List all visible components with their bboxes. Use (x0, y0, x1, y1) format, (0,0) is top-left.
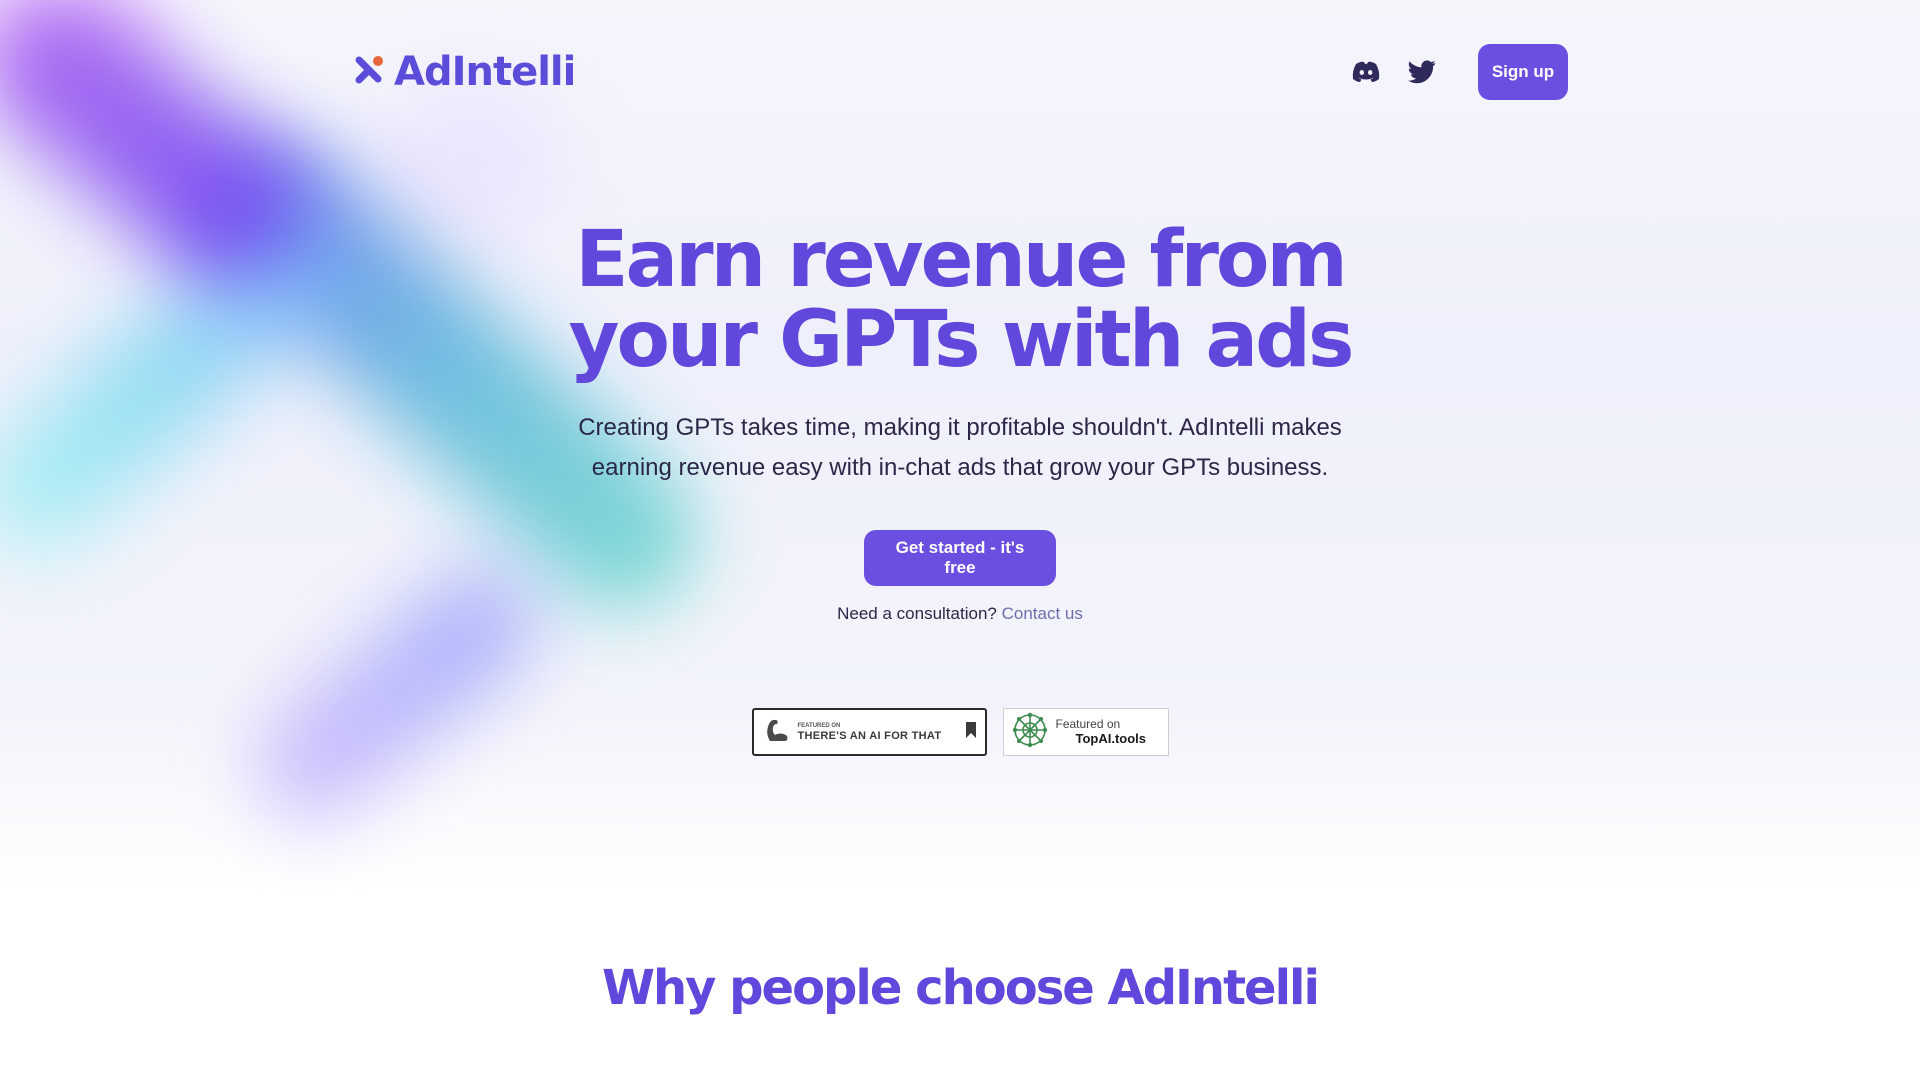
topai-text: Featured on TopAI.tools (1056, 717, 1147, 747)
featured-badges: FEATURED ON THERE'S AN AI FOR THAT Featu… (0, 708, 1920, 756)
topai-small-text: Featured on (1055, 717, 1121, 731)
consultation-line: Need a consultation? Contact us (0, 604, 1920, 624)
hero-section: Earn revenue from your GPTs with ads Cre… (0, 220, 1920, 624)
network-icon (1012, 712, 1048, 752)
flexed-arm-icon (762, 715, 792, 749)
site-header: AdIntelli Sign up (352, 44, 1568, 100)
aift-big-text: THERE'S AN AI FOR THAT (797, 729, 942, 742)
aift-small-text: FEATURED ON (797, 722, 841, 729)
aift-text: FEATURED ON THERE'S AN AI FOR THAT (798, 723, 942, 742)
hero-title: Earn revenue from your GPTs with ads (568, 215, 1355, 385)
get-started-button[interactable]: Get started - it's free (864, 530, 1056, 586)
gradient-blob-faint (380, 80, 560, 240)
signup-button[interactable]: Sign up (1478, 44, 1568, 100)
why-section-title: Why people choose AdIntelli (602, 960, 1320, 1016)
discord-icon[interactable] (1350, 56, 1382, 88)
twitter-icon[interactable] (1406, 56, 1438, 88)
bookmark-icon (965, 721, 977, 743)
hero-subtitle: Creating GPTs takes time, making it prof… (578, 414, 1342, 481)
brand-logo[interactable]: AdIntelli (352, 49, 576, 95)
brand-name: AdIntelli (394, 49, 576, 95)
contact-us-link[interactable]: Contact us (1002, 604, 1083, 623)
topai-big-text: TopAI.tools (1075, 731, 1147, 747)
header-actions: Sign up (1350, 44, 1568, 100)
adintelli-logo-icon (352, 53, 386, 91)
theres-an-ai-for-that-badge[interactable]: FEATURED ON THERE'S AN AI FOR THAT (751, 708, 987, 756)
consultation-text: Need a consultation? (837, 604, 997, 623)
topai-tools-badge[interactable]: Featured on TopAI.tools (1002, 708, 1169, 756)
